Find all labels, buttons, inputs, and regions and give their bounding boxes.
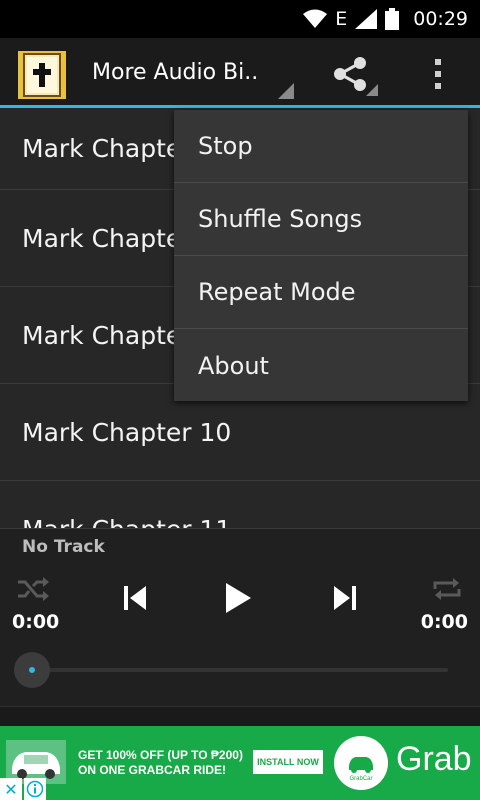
- elapsed-time: 0:00: [12, 611, 60, 633]
- ad-info-icon[interactable]: [24, 778, 46, 800]
- ad-headline: GET 100% OFF (UP TO ₱200) ON ONE GRABCAR…: [78, 748, 243, 778]
- next-button[interactable]: [328, 579, 362, 617]
- spinner-indicator: [278, 83, 294, 99]
- play-icon: [226, 583, 251, 613]
- duration-time: 0:00: [420, 611, 468, 633]
- overflow-menu-icon: [435, 59, 441, 65]
- grab-brand-logo: Grab: [396, 740, 472, 778]
- repeat-button[interactable]: [430, 573, 464, 605]
- ad-line-1: GET 100% OFF (UP TO ₱200): [78, 748, 243, 762]
- skip-previous-icon: [124, 586, 146, 610]
- menu-item-shuffle-songs[interactable]: Shuffle Songs: [174, 183, 468, 256]
- ad-line-2: ON ONE GRABCAR RIDE!: [78, 763, 227, 777]
- ad-banner[interactable]: GET 100% OFF (UP TO ₱200) ON ONE GRABCAR…: [0, 726, 480, 800]
- ad-close-icon[interactable]: ✕: [0, 778, 22, 800]
- overflow-menu-button[interactable]: [420, 48, 456, 100]
- status-icons: E 00:29: [303, 7, 468, 31]
- now-playing-label: No Track: [22, 537, 105, 557]
- skip-next-icon: [334, 586, 356, 610]
- menu-item-stop[interactable]: Stop: [174, 110, 468, 183]
- signal-icon: [355, 9, 378, 29]
- menu-item-repeat-mode[interactable]: Repeat Mode: [174, 256, 468, 329]
- status-time: 00:29: [413, 8, 468, 30]
- info-icon: [26, 780, 44, 798]
- share-icon: [334, 57, 366, 91]
- seek-thumb[interactable]: [29, 667, 35, 673]
- action-bar: More Audio Bi..: [0, 38, 480, 108]
- menu-item-about[interactable]: About: [174, 329, 468, 402]
- wifi-icon: [303, 9, 328, 28]
- shuffle-button[interactable]: [16, 573, 50, 605]
- bible-app-icon[interactable]: [18, 51, 66, 99]
- battery-icon: [385, 8, 400, 30]
- grabcar-logo: GrabCar: [334, 736, 388, 790]
- svg-text:GrabCar: GrabCar: [349, 776, 372, 782]
- player-panel: No Track 0:00 0:00: [0, 528, 480, 726]
- status-bar: E 00:29: [0, 0, 480, 38]
- share-submenu-indicator: [366, 84, 378, 96]
- seek-bar[interactable]: [32, 668, 448, 672]
- previous-button[interactable]: [118, 579, 152, 617]
- shuffle-icon: [18, 577, 49, 601]
- install-now-button[interactable]: INSTALL NOW: [253, 750, 323, 774]
- grabcar-car-icon: GrabCar: [349, 757, 373, 782]
- track-item[interactable]: Mark Chapter 11: [0, 481, 480, 529]
- repeat-icon: [433, 578, 461, 600]
- player-footer: [0, 706, 480, 726]
- play-button[interactable]: [218, 577, 258, 619]
- network-type-label: E: [335, 8, 348, 30]
- overflow-popup-menu: Stop Shuffle Songs Repeat Mode About: [174, 110, 468, 401]
- app-title[interactable]: More Audio Bi..: [92, 60, 258, 85]
